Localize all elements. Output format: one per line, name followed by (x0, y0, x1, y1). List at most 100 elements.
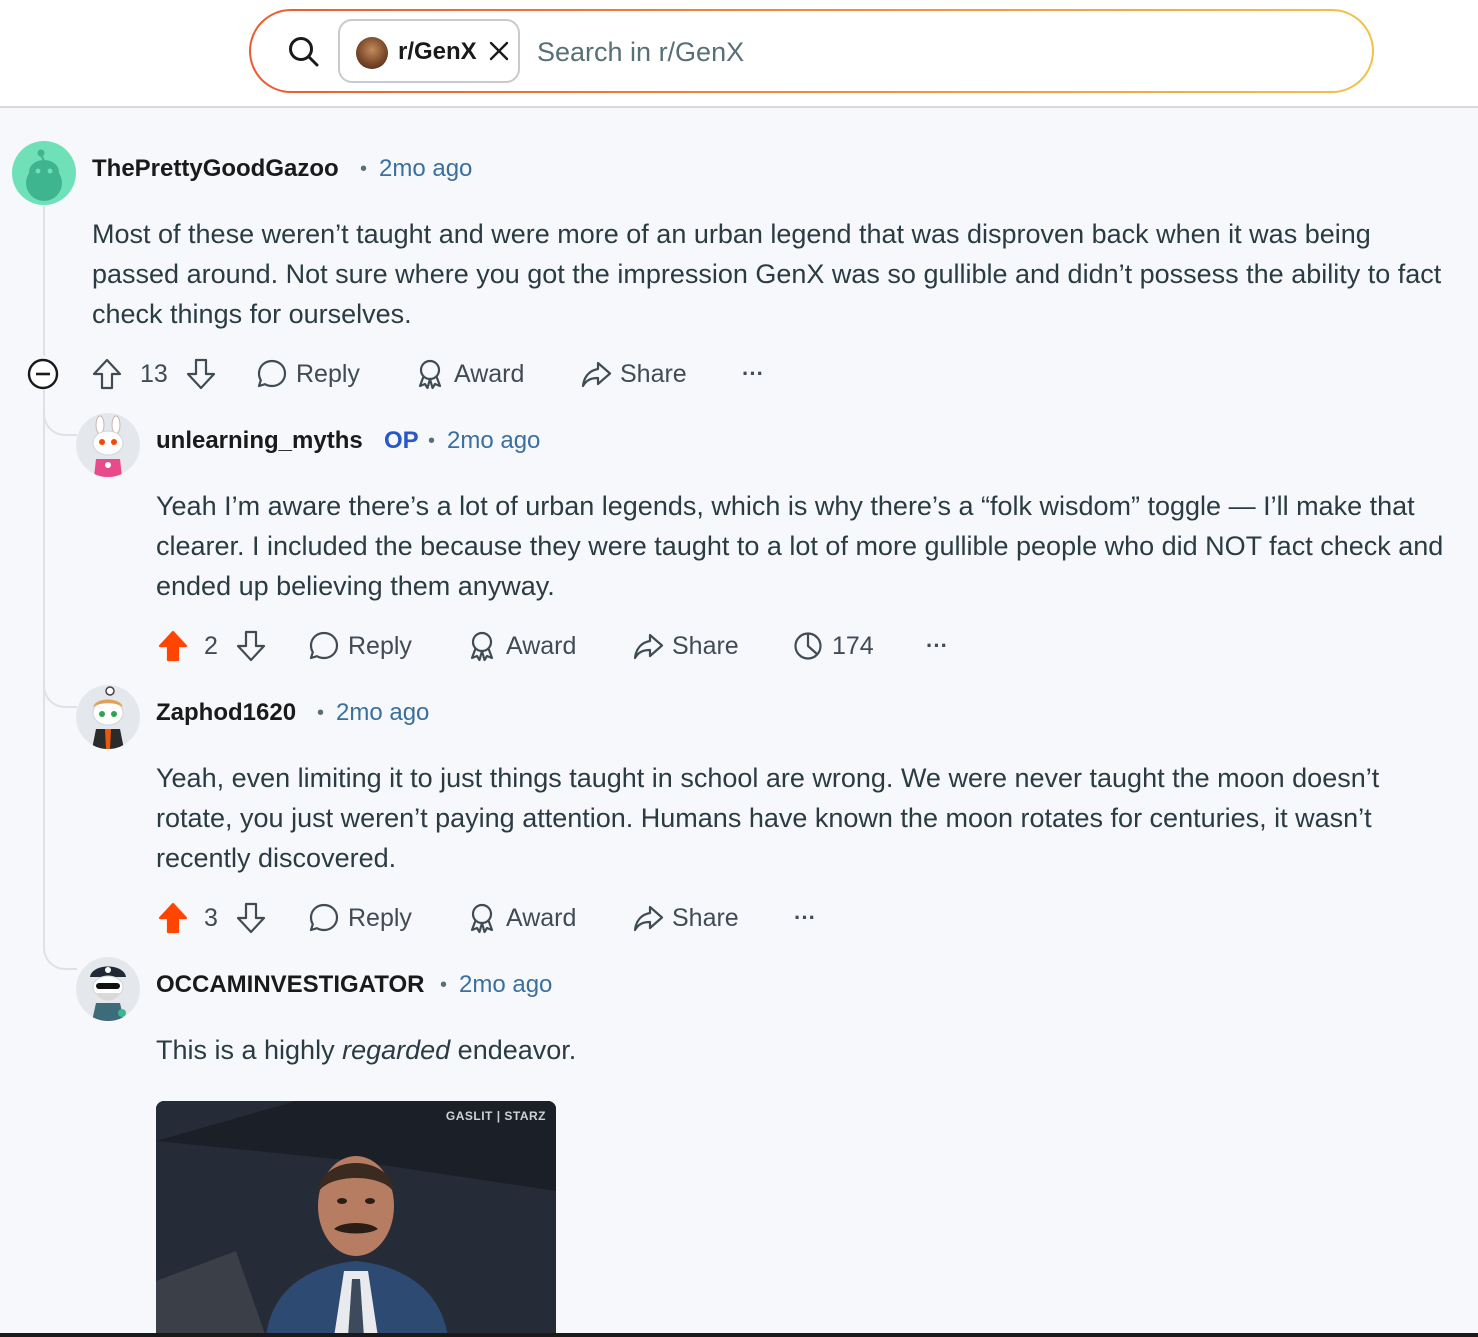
reply-label: Reply (296, 359, 360, 388)
insights-button[interactable]: 174 (792, 626, 874, 666)
share-label: Share (672, 903, 739, 932)
reply-button[interactable]: Reply (308, 898, 412, 938)
comment-timestamp[interactable]: 2mo ago (336, 699, 429, 727)
comment-body-text: endeavor. (450, 1035, 577, 1065)
comment-body-text: This is a highly (156, 1035, 343, 1065)
comment-timestamp[interactable]: 2mo ago (459, 971, 552, 999)
gif-watermark: GASLIT | STARZ (445, 1109, 546, 1123)
search-input[interactable]: Search in r/GenX (537, 37, 744, 68)
avatar[interactable] (76, 685, 140, 749)
upvote-button[interactable] (156, 626, 190, 666)
collapse-button[interactable] (26, 354, 60, 394)
avatar[interactable] (76, 957, 140, 1021)
comment-gif[interactable]: GASLIT | STARZ (156, 1101, 556, 1337)
reply-label: Reply (348, 631, 412, 660)
comment-timestamp[interactable]: 2mo ago (379, 155, 472, 183)
thread-line[interactable] (43, 390, 45, 934)
downvote-button[interactable] (234, 898, 268, 938)
comment-username[interactable]: ThePrettyGoodGazoo (92, 155, 339, 183)
more-options-button[interactable]: ··· (742, 354, 764, 394)
reply-button[interactable]: Reply (256, 354, 360, 394)
upvote-icon (158, 630, 188, 662)
vote-count: 13 (140, 360, 168, 388)
award-icon (470, 631, 494, 662)
close-icon[interactable] (488, 40, 510, 62)
award-label: Award (506, 903, 577, 932)
comment-body: Yeah I’m aware there’s a lot of urban le… (156, 491, 1444, 601)
thread-line[interactable] (43, 206, 45, 356)
separator-dot: • (428, 430, 436, 452)
snoo-icon (92, 686, 124, 749)
reply-icon (309, 631, 339, 660)
more-options-icon: ··· (794, 905, 816, 930)
comment-body: Most of these weren’t taught and were mo… (92, 219, 1442, 329)
subreddit-filter-chip[interactable]: r/GenX (338, 19, 520, 83)
separator-dot: • (440, 974, 448, 996)
upvote-icon (158, 902, 188, 934)
downvote-icon (186, 358, 216, 390)
comment-body: This is a highly regarded endeavor. (156, 1030, 1396, 1070)
upvote-button[interactable] (90, 354, 124, 394)
snoo-icon (92, 415, 124, 477)
award-button[interactable]: Award (466, 626, 576, 666)
reply-icon (257, 359, 287, 388)
share-icon (581, 361, 612, 388)
snoo-icon (26, 149, 62, 201)
snoo-icon (90, 966, 126, 1021)
comment-body-emphasis: regarded (342, 1035, 451, 1065)
share-button[interactable]: Share (632, 626, 739, 666)
top-header: r/GenX Search in r/GenX (0, 0, 1478, 108)
award-icon (470, 903, 494, 934)
search-bar-inner: r/GenX Search in r/GenX (251, 11, 1372, 91)
comment-username[interactable]: unlearning_myths (156, 427, 363, 455)
subreddit-chip-label: r/GenX (398, 38, 477, 65)
insights-count: 174 (832, 631, 874, 660)
thread-elbow (43, 400, 77, 436)
upvote-button[interactable] (156, 898, 190, 938)
share-label: Share (620, 359, 687, 388)
comment-actions: 2 Reply Award Share 174 ··· (156, 626, 976, 666)
share-icon (633, 633, 664, 660)
search-icon[interactable] (287, 35, 321, 69)
reply-button[interactable]: Reply (308, 626, 412, 666)
insights-icon (794, 632, 822, 660)
award-label: Award (454, 359, 525, 388)
award-label: Award (506, 631, 577, 660)
share-icon (633, 905, 664, 932)
more-options-icon: ··· (926, 633, 948, 658)
vote-count: 2 (204, 632, 218, 660)
vote-count: 3 (204, 904, 218, 932)
comment-actions: 13 Reply Award Share ··· (26, 354, 806, 394)
downvote-button[interactable] (234, 626, 268, 666)
avatar[interactable] (12, 141, 76, 205)
bottom-edge (0, 1333, 1478, 1337)
downvote-icon (236, 902, 266, 934)
comment-timestamp[interactable]: 2mo ago (447, 427, 540, 455)
thread-elbow (43, 672, 77, 708)
subreddit-avatar (356, 37, 388, 69)
reply-icon (309, 903, 339, 932)
separator-dot: • (317, 702, 325, 724)
more-options-button[interactable]: ··· (926, 626, 948, 666)
share-button[interactable]: Share (580, 354, 687, 394)
thread-elbow (43, 934, 77, 970)
avatar[interactable] (76, 413, 140, 477)
comment-username[interactable]: Zaphod1620 (156, 699, 296, 727)
reply-label: Reply (348, 903, 412, 932)
award-button[interactable]: Award (414, 354, 524, 394)
search-bar[interactable]: r/GenX Search in r/GenX (249, 9, 1374, 93)
comment-username[interactable]: OCCAMINVESTIGATOR (156, 971, 424, 999)
downvote-button[interactable] (184, 354, 218, 394)
downvote-icon (236, 630, 266, 662)
share-button[interactable]: Share (632, 898, 739, 938)
award-button[interactable]: Award (466, 898, 576, 938)
collapse-icon (27, 358, 59, 390)
comment-actions: 3 Reply Award Share ··· (156, 898, 836, 938)
more-options-icon: ··· (742, 361, 764, 386)
separator-dot: • (360, 158, 368, 180)
upvote-icon (92, 358, 122, 390)
op-badge: OP (384, 427, 419, 454)
share-label: Share (672, 631, 739, 660)
award-icon (418, 359, 442, 390)
more-options-button[interactable]: ··· (794, 898, 816, 938)
